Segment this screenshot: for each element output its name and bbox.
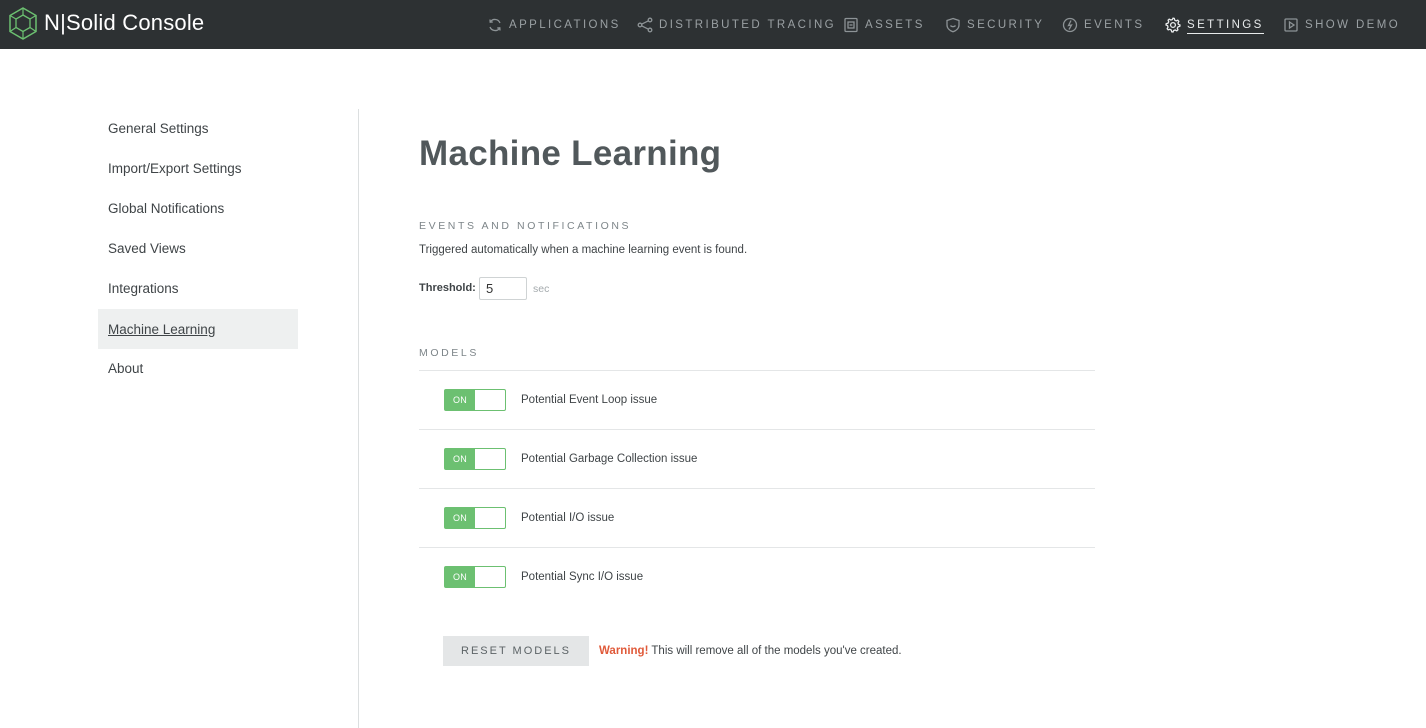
sidebar-item-import-export[interactable]: Import/Export Settings (98, 148, 298, 188)
toggle-on-label: ON (445, 449, 475, 469)
sidebar-item-machine-learning[interactable]: Machine Learning (98, 309, 298, 349)
sidebar-item-general-settings[interactable]: General Settings (98, 108, 298, 148)
sidebar-item-label: Integrations (108, 280, 179, 296)
nav-label: SHOW DEMO (1305, 18, 1401, 31)
toggle-on-label: ON (445, 390, 475, 410)
nav-label: APPLICATIONS (509, 18, 621, 31)
divider (419, 488, 1095, 489)
nav-distributed-tracing[interactable]: DISTRIBUTED TRACING (637, 0, 836, 49)
threshold-label: Threshold: (419, 282, 476, 294)
reset-models-button[interactable]: RESET MODELS (443, 636, 589, 666)
model-label-sync-io: Potential Sync I/O issue (521, 571, 644, 583)
sidebar-item-label: Machine Learning (108, 321, 216, 337)
io-toggle[interactable]: ON (444, 507, 506, 529)
gear-icon (1165, 16, 1181, 33)
refresh-icon (489, 18, 501, 31)
toggle-on-label: ON (445, 567, 475, 587)
sidebar-item-integrations[interactable]: Integrations (98, 268, 298, 308)
threshold-input[interactable] (479, 277, 527, 300)
sidebar-divider (358, 109, 359, 728)
nav-label: ASSETS (865, 18, 925, 31)
sidebar-item-label: General Settings (108, 120, 209, 136)
events-section-heading: EVENTS AND NOTIFICATIONS (419, 220, 632, 232)
page-title: Machine Learning (419, 134, 722, 173)
sidebar-item-label: Import/Export Settings (108, 160, 242, 176)
nav-settings[interactable]: SETTINGS (1165, 0, 1264, 49)
reset-warning: Warning! This will remove all of the mod… (599, 645, 902, 657)
divider (419, 429, 1095, 430)
nav-show-demo[interactable]: SHOW DEMO (1283, 0, 1400, 49)
model-label-io: Potential I/O issue (521, 512, 615, 524)
event-loop-toggle[interactable]: ON (444, 389, 506, 411)
warning-text: This will remove all of the models you'v… (648, 645, 902, 657)
nav-events[interactable]: EVENTS (1062, 0, 1144, 49)
bolt-icon (1062, 17, 1078, 32)
nav-label: EVENTS (1084, 18, 1145, 31)
sidebar-item-global-notifications[interactable]: Global Notifications (98, 188, 298, 228)
share-nodes-icon (637, 17, 653, 32)
model-label-event-loop: Potential Event Loop issue (521, 394, 658, 406)
threshold-unit: sec (533, 283, 550, 295)
sidebar-item-label: About (108, 360, 144, 376)
brand-title[interactable]: N|Solid Console (44, 10, 204, 36)
divider (419, 370, 1095, 371)
warning-label: Warning! (599, 645, 649, 657)
toggle-on-label: ON (445, 508, 475, 528)
assets-icon (844, 17, 858, 32)
sidebar-item-about[interactable]: About (98, 348, 298, 388)
garbage-collection-toggle[interactable]: ON (444, 448, 506, 470)
events-description: Triggered automatically when a machine l… (419, 244, 748, 256)
sidebar-item-saved-views[interactable]: Saved Views (98, 228, 298, 268)
nsolid-logo-icon[interactable] (8, 7, 38, 40)
sidebar-item-label: Global Notifications (108, 200, 225, 216)
sidebar-item-label: Saved Views (108, 240, 186, 256)
nav-applications[interactable]: APPLICATIONS (487, 0, 621, 49)
nav-label: SECURITY (967, 18, 1045, 31)
nav-assets[interactable]: ASSETS (843, 0, 925, 49)
divider (419, 547, 1095, 548)
shield-icon (946, 17, 960, 32)
models-section-heading: MODELS (419, 347, 479, 359)
nav-label: DISTRIBUTED TRACING (659, 18, 837, 31)
top-nav-bar: N|Solid Console APPLICATIONS DISTRIBUTED… (0, 0, 1426, 49)
nav-label: SETTINGS (1187, 19, 1264, 34)
nav-security[interactable]: SECURITY (945, 0, 1044, 49)
model-label-garbage-collection: Potential Garbage Collection issue (521, 453, 698, 465)
play-icon (1284, 17, 1298, 32)
sync-io-toggle[interactable]: ON (444, 566, 506, 588)
